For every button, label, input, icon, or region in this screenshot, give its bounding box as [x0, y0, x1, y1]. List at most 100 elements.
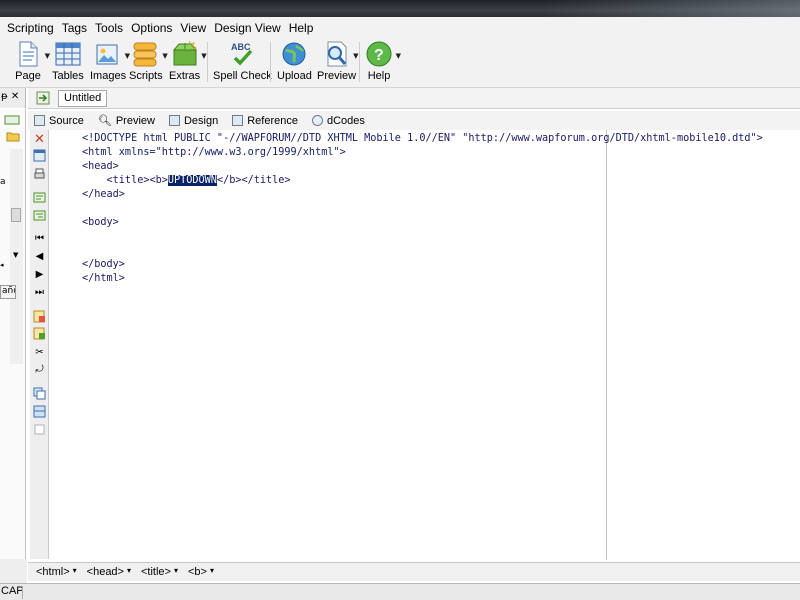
preview-button[interactable]: ▼ Preview: [317, 40, 359, 86]
spell-check-icon: ABC: [228, 40, 256, 68]
code-editor[interactable]: [76, 130, 800, 560]
breadcrumb-b[interactable]: <b> ▾: [188, 566, 214, 578]
tab-source[interactable]: Source: [28, 115, 88, 127]
tab-dcodes[interactable]: dCodes: [306, 115, 369, 127]
breadcrumb-html-label: <html>: [36, 566, 70, 578]
bookmark-add-icon[interactable]: [33, 327, 46, 340]
next-icon[interactable]: ▶: [33, 268, 46, 281]
scripts-button[interactable]: ▼ Scripts: [129, 40, 168, 86]
tab-preview[interactable]: 🔍︎ Preview: [92, 114, 159, 128]
preview-button-label: Preview: [317, 70, 357, 82]
breadcrumb-head[interactable]: <head> ▾: [87, 566, 131, 578]
main-toolbar: ▼ Page Tables ▼ Images ▼ Scripts ▼ Extra…: [0, 38, 800, 88]
chevron-down-icon[interactable]: ▾: [73, 566, 77, 578]
source-icon: [34, 115, 45, 126]
page-button[interactable]: ▼ Page: [14, 40, 50, 86]
status-divider: [22, 586, 23, 599]
tab-design[interactable]: Design: [163, 115, 222, 127]
close-icon[interactable]: ✕: [33, 132, 46, 147]
images-button[interactable]: ▼ Images: [90, 40, 130, 86]
panel-cut-text: a: [0, 177, 6, 187]
tab-reference-label: Reference: [247, 114, 298, 127]
tables-button[interactable]: Tables: [52, 40, 84, 86]
previous-icon[interactable]: ◀: [33, 250, 46, 263]
caps-lock-indicator: CAP: [1, 585, 24, 597]
tools-icon[interactable]: ✂: [33, 346, 46, 359]
upload-button-label: Upload: [277, 70, 312, 82]
chevron-down-icon[interactable]: ▾: [127, 566, 131, 578]
code-line-7: <body>: [82, 217, 119, 228]
chevron-down-icon[interactable]: ▼: [396, 52, 401, 60]
panel-tool-icon[interactable]: [4, 115, 20, 125]
menu-view[interactable]: View: [180, 20, 206, 36]
chevron-down-icon[interactable]: ▼: [162, 52, 167, 60]
help-button[interactable]: ? ▼ Help: [365, 40, 401, 86]
folder-icon[interactable]: [6, 130, 20, 142]
chevron-left-icon[interactable]: ◂: [0, 261, 4, 269]
bookmark-icon[interactable]: [33, 310, 46, 323]
dcodes-icon: [311, 115, 323, 126]
first-icon[interactable]: ⏮: [33, 232, 46, 245]
tag-breadcrumb: <html> ▾ <head> ▾ <title> ▾ <b> ▾: [28, 562, 800, 581]
code-line-2: <html xmlns="http://www.w3.org/1999/xhtm…: [82, 147, 346, 158]
spell-check-icon-text: ABC: [231, 42, 251, 52]
editor-tool-strip: ✕ ⏮ ◀ ▶ ⏭ ✂ ⤾: [30, 130, 49, 559]
help-button-label: Help: [367, 70, 391, 82]
breadcrumb-head-label: <head>: [86, 566, 124, 578]
help-icon-text: ?: [374, 47, 384, 64]
title-bar-glow: [540, 0, 800, 17]
window-icon[interactable]: [33, 149, 46, 162]
left-panel-header-glyphs[interactable]: ᵽ ✕: [1, 91, 19, 102]
page-button-label: Page: [15, 70, 41, 82]
indent-icon[interactable]: [33, 191, 46, 204]
chevron-down-icon[interactable]: ▼: [201, 52, 206, 60]
panel-icon[interactable]: [33, 405, 46, 418]
document-tab-row: Untitled: [28, 88, 800, 109]
tab-design-label: Design: [183, 114, 219, 127]
chevron-down-icon[interactable]: ▼: [13, 251, 18, 259]
code-line-3: <head>: [82, 161, 119, 172]
images-button-label: Images: [90, 70, 127, 82]
extras-button[interactable]: ▼ Extras: [169, 40, 207, 86]
design-icon: [168, 115, 180, 126]
last-icon[interactable]: ⏭: [33, 286, 46, 299]
breadcrumb-html[interactable]: <html> ▾: [36, 566, 77, 578]
menu-tools[interactable]: Tools: [95, 20, 123, 36]
clipboard-icon[interactable]: [33, 387, 46, 400]
right-margin-line: [606, 130, 607, 560]
upload-button[interactable]: Upload: [277, 40, 312, 86]
print-icon[interactable]: [33, 168, 46, 181]
chevron-down-icon[interactable]: ▾: [174, 566, 178, 578]
reference-icon: [232, 115, 244, 126]
chevron-down-icon[interactable]: ▼: [353, 52, 358, 60]
spell-check-button-label: Spell Check: [213, 70, 272, 82]
magnifier-icon: 🔍︎: [97, 115, 112, 127]
switch-document-icon[interactable]: [36, 91, 50, 105]
menu-tags[interactable]: Tags: [62, 20, 87, 36]
breadcrumb-title[interactable]: <title> ▾: [141, 566, 178, 578]
tab-reference[interactable]: Reference: [226, 115, 302, 127]
file-browser-panel: a ▼ ◂ año: [0, 109, 26, 559]
view-tabs: Source 🔍︎ Preview Design Reference dCodes: [28, 111, 800, 130]
blank-icon[interactable]: [33, 423, 46, 436]
panel-tab[interactable]: año: [0, 285, 16, 299]
menu-help[interactable]: Help: [289, 20, 314, 36]
code-line-4: <title><b>UPTODOWN</b></title>: [82, 175, 291, 189]
code-line-4-before: <title><b>: [82, 175, 168, 186]
outdent-icon[interactable]: [33, 209, 46, 222]
wrap-icon[interactable]: ⤾: [33, 363, 46, 376]
code-line-4-after: </b></title>: [216, 175, 291, 186]
editor-window: Scripting Tags Tools Options View Design…: [0, 0, 800, 600]
scripts-icon: ▼: [132, 40, 168, 68]
globe-upload-icon: [280, 40, 308, 68]
chevron-down-icon[interactable]: ▼: [45, 52, 50, 60]
panel-scrollbar-thumb[interactable]: [11, 208, 21, 222]
toolbar-separator: [207, 42, 208, 82]
tab-untitled[interactable]: Untitled: [58, 90, 108, 107]
chevron-down-icon[interactable]: ▾: [210, 566, 214, 578]
menu-design-view[interactable]: Design View: [214, 20, 280, 36]
spell-check-button[interactable]: ABC Spell Check: [213, 40, 272, 86]
selected-text[interactable]: UPTODOWN: [167, 175, 217, 186]
menu-options[interactable]: Options: [131, 20, 172, 36]
menu-scripting[interactable]: Scripting: [7, 20, 54, 36]
